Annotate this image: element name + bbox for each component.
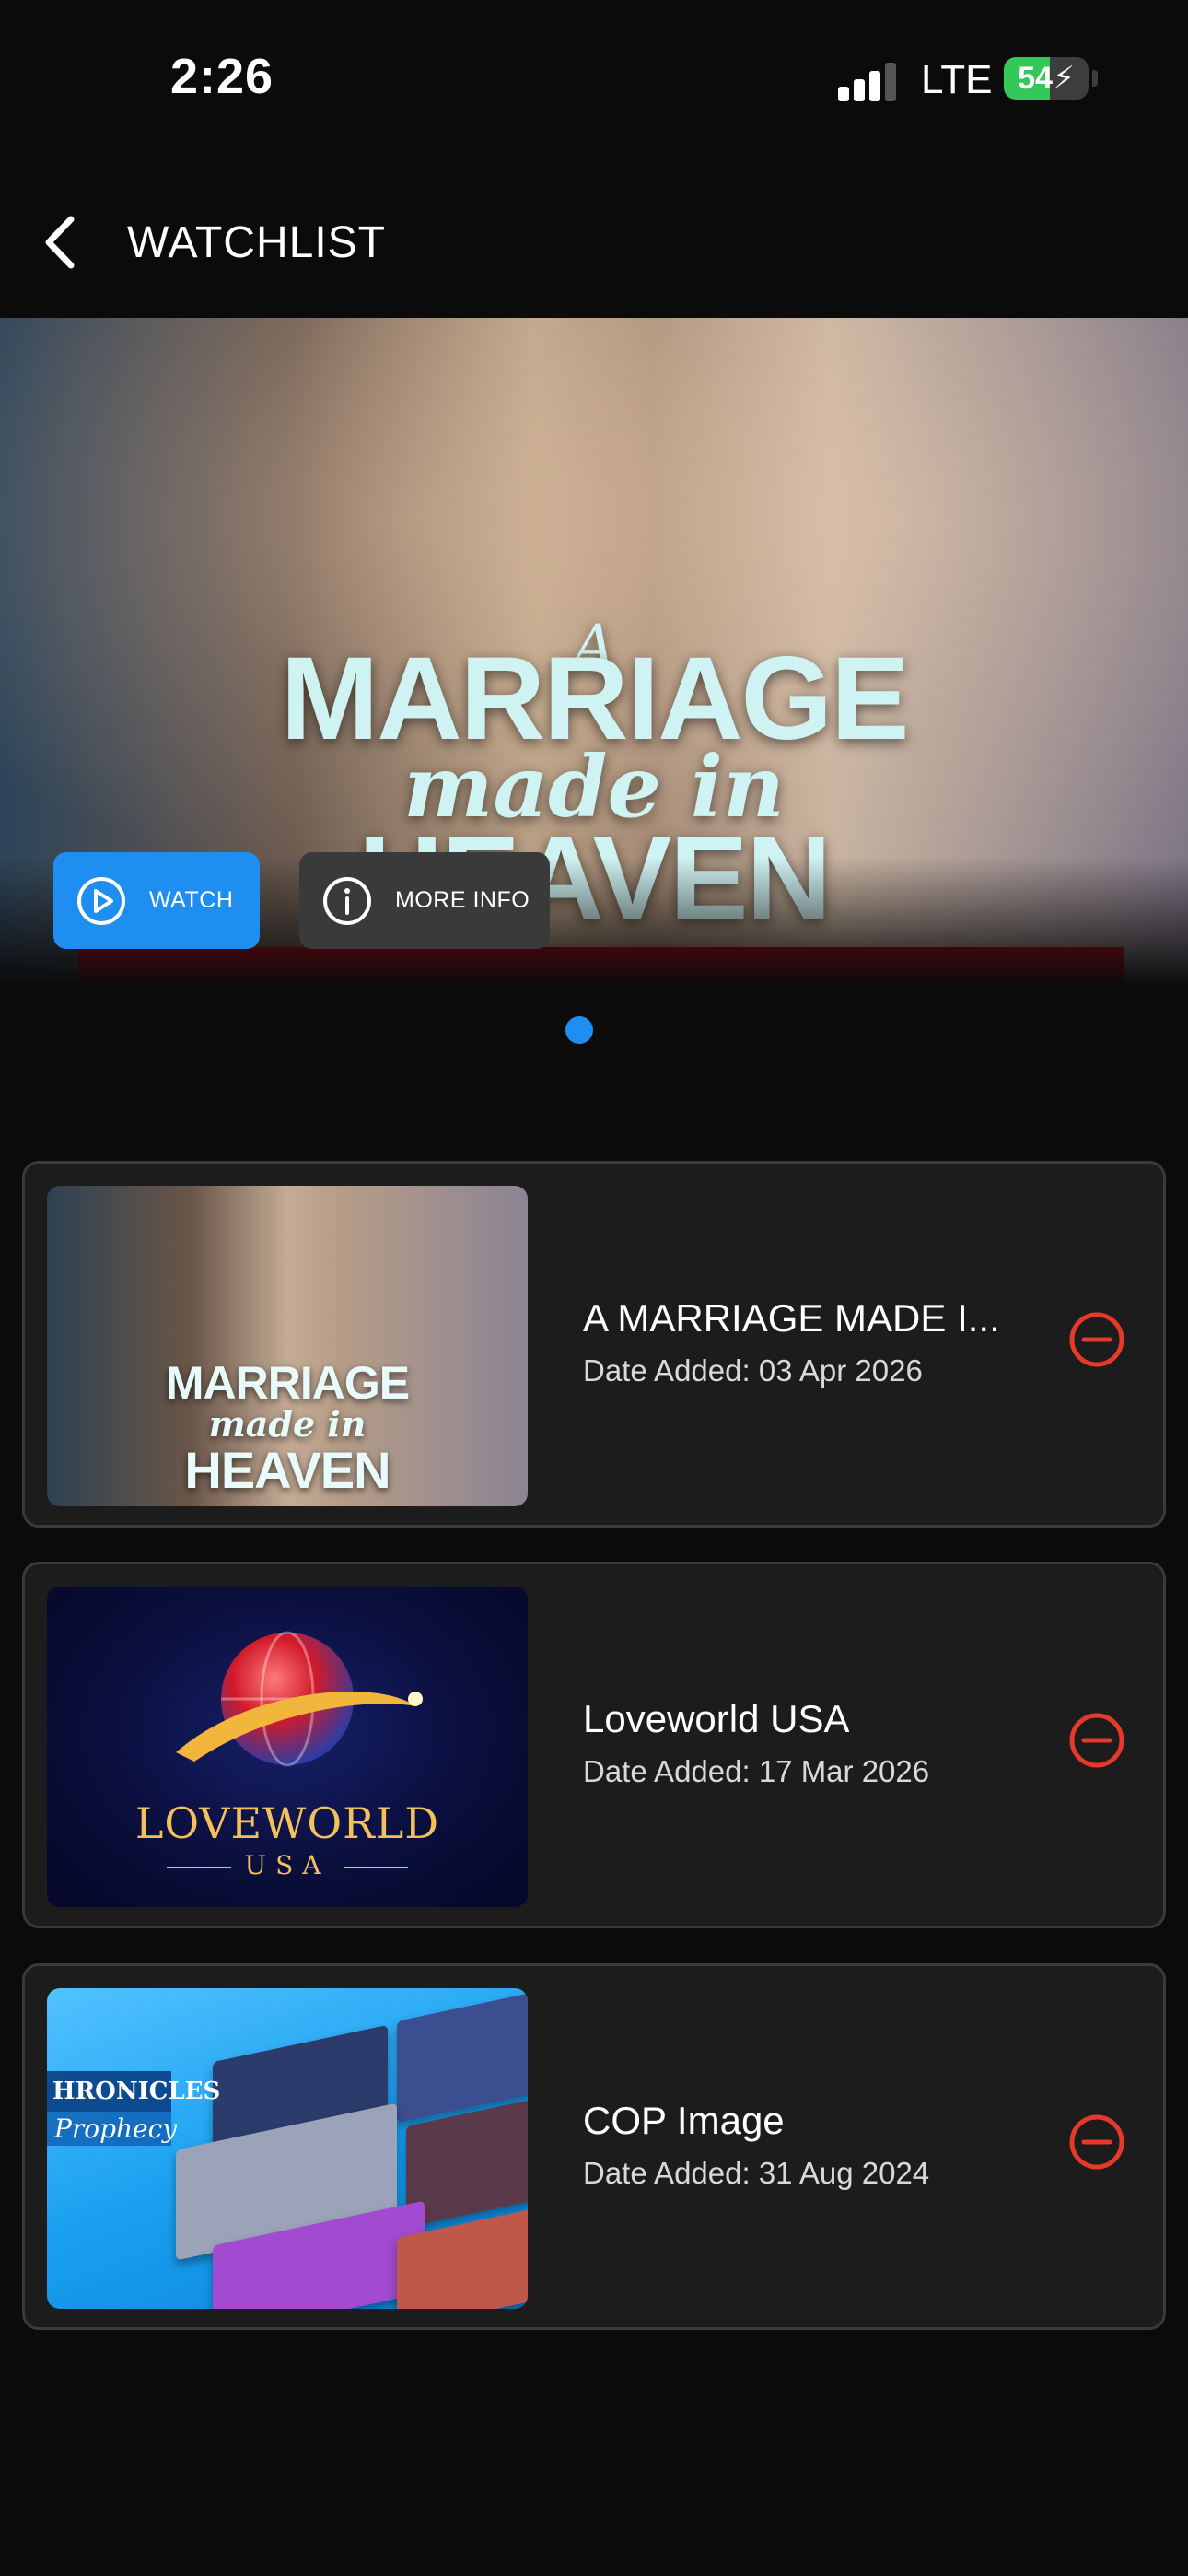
nav-header: WATCHLIST bbox=[0, 184, 1188, 304]
watchlist-item-date: Date Added: 31 Aug 2024 bbox=[583, 2156, 930, 2190]
watch-button[interactable]: WATCH bbox=[53, 852, 260, 949]
battery-percent: 54⚡ bbox=[1018, 61, 1075, 96]
more-info-button-label: MORE INFO bbox=[395, 887, 530, 913]
watchlist-item[interactable]: LOVEWORLD USA Loveworld USA Date Added: … bbox=[22, 1562, 1166, 1928]
remove-from-watchlist-button[interactable] bbox=[1068, 1712, 1125, 1769]
watchlist-item[interactable]: MARRIAGE made in HEAVEN A MARRIAGE MADE … bbox=[22, 1161, 1166, 1528]
watchlist-item-title: Loveworld USA bbox=[583, 1697, 850, 1740]
thumbnail-subtitle: Prophecy bbox=[47, 2112, 177, 2146]
info-circle-icon bbox=[323, 876, 371, 925]
battery-tip bbox=[1092, 70, 1098, 87]
watch-button-label: WATCH bbox=[149, 887, 234, 913]
hero-banner[interactable]: A MARRIAGE made in HEAVEN WATCH MORE INF… bbox=[0, 318, 1188, 986]
watchlist-item-thumbnail[interactable]: LOVEWORLD USA bbox=[47, 1587, 528, 1907]
thumbnail-title: LOVEWORLD bbox=[134, 1798, 440, 1848]
globe-logo-icon bbox=[176, 1631, 423, 1767]
more-info-button[interactable]: MORE INFO bbox=[299, 852, 550, 949]
watchlist-item-thumbnail[interactable]: HRONICLES Prophecy bbox=[47, 1988, 528, 2309]
status-bar: 2:26 LTE 54⚡ bbox=[0, 0, 1188, 157]
play-circle-icon bbox=[77, 876, 125, 925]
back-button[interactable] bbox=[28, 210, 92, 275]
network-type: LTE bbox=[921, 57, 993, 102]
collage-panel bbox=[397, 1992, 528, 2123]
thumbnail-title: MARRIAGE bbox=[165, 1357, 410, 1409]
watchlist-item-date: Date Added: 03 Apr 2026 bbox=[583, 1353, 923, 1388]
thumbnail-title: HRONICLES bbox=[47, 2071, 220, 2112]
watchlist-item-title: COP Image bbox=[583, 2099, 785, 2142]
thumbnail-subtitle: made in bbox=[208, 1403, 367, 1445]
chevron-left-icon bbox=[45, 216, 75, 269]
watchlist-item-thumbnail[interactable]: MARRIAGE made in HEAVEN bbox=[47, 1186, 528, 1506]
divider-right bbox=[344, 1867, 408, 1868]
battery-icon: 54⚡ bbox=[1004, 57, 1089, 100]
status-time: 2:26 bbox=[170, 49, 274, 104]
remove-from-watchlist-button[interactable] bbox=[1068, 2113, 1125, 2171]
thumbnail-title-heaven: HEAVEN bbox=[184, 1441, 390, 1499]
watchlist-item[interactable]: HRONICLES Prophecy COP Image Date Added:… bbox=[22, 1963, 1166, 2330]
thumbnail-subtitle: USA bbox=[244, 1850, 331, 1880]
watchlist-item-title: A MARRIAGE MADE I... bbox=[583, 1296, 1000, 1340]
remove-from-watchlist-button[interactable] bbox=[1068, 1311, 1125, 1368]
carousel-page-indicator[interactable] bbox=[565, 1016, 593, 1044]
signal-strength-icon bbox=[838, 63, 899, 101]
page-title: WATCHLIST bbox=[127, 218, 386, 267]
watchlist-item-date: Date Added: 17 Mar 2026 bbox=[583, 1754, 930, 1788]
